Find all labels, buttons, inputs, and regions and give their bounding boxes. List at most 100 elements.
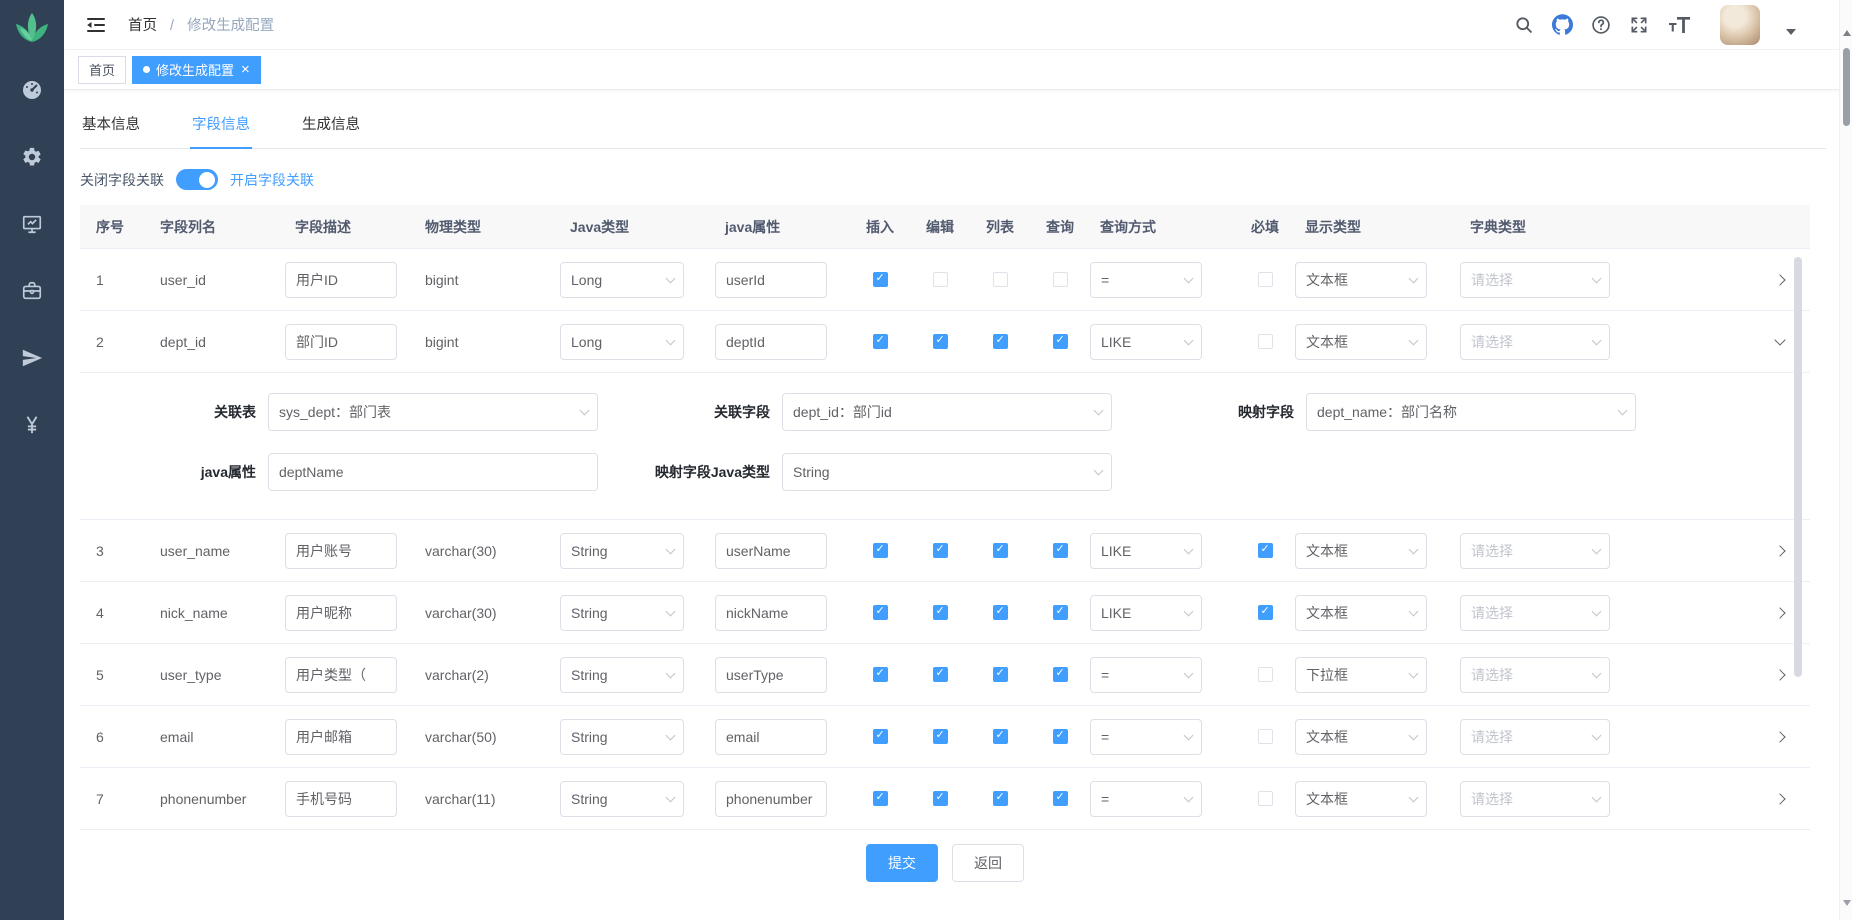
query-type-select[interactable]: = bbox=[1090, 781, 1202, 817]
list-checkbox[interactable] bbox=[993, 272, 1008, 287]
java-field-input[interactable] bbox=[715, 262, 827, 298]
java-type-select[interactable]: String bbox=[560, 595, 684, 631]
query-checkbox[interactable] bbox=[1053, 605, 1068, 620]
table-scrollbar-thumb[interactable] bbox=[1794, 257, 1802, 677]
java-type-select[interactable]: String bbox=[560, 533, 684, 569]
required-checkbox[interactable] bbox=[1258, 605, 1273, 620]
column-desc-input[interactable] bbox=[285, 262, 397, 298]
list-checkbox[interactable] bbox=[993, 543, 1008, 558]
dict-type-select[interactable]: 请选择 bbox=[1460, 262, 1610, 298]
display-type-select[interactable]: 文本框 bbox=[1295, 533, 1427, 569]
query-type-select[interactable]: LIKE bbox=[1090, 533, 1202, 569]
search-button[interactable] bbox=[1514, 15, 1534, 35]
expand-row-icon[interactable] bbox=[1770, 541, 1810, 561]
java-field-input[interactable] bbox=[715, 324, 827, 360]
app-logo[interactable] bbox=[14, 0, 50, 56]
breadcrumb-home[interactable]: 首页 bbox=[128, 18, 157, 34]
query-checkbox[interactable] bbox=[1053, 543, 1068, 558]
java-field-input[interactable] bbox=[715, 781, 827, 817]
tag-home[interactable]: 首页 bbox=[78, 56, 126, 84]
column-desc-input[interactable] bbox=[285, 595, 397, 631]
required-checkbox[interactable] bbox=[1258, 272, 1273, 287]
help-button[interactable] bbox=[1591, 15, 1611, 35]
column-desc-input[interactable] bbox=[285, 719, 397, 755]
display-type-select[interactable]: 文本框 bbox=[1295, 324, 1427, 360]
edit-checkbox[interactable] bbox=[933, 543, 948, 558]
java-type-select[interactable]: String bbox=[560, 657, 684, 693]
column-desc-input[interactable] bbox=[285, 781, 397, 817]
list-checkbox[interactable] bbox=[993, 334, 1008, 349]
column-desc-input[interactable] bbox=[285, 324, 397, 360]
dict-type-select[interactable]: 请选择 bbox=[1460, 719, 1610, 755]
query-checkbox[interactable] bbox=[1053, 667, 1068, 682]
user-avatar[interactable] bbox=[1720, 5, 1760, 45]
column-desc-input[interactable] bbox=[285, 657, 397, 693]
insert-checkbox[interactable] bbox=[873, 729, 888, 744]
java-field-input[interactable] bbox=[715, 533, 827, 569]
tab-generate-info[interactable]: 生成信息 bbox=[300, 102, 362, 148]
display-type-select[interactable]: 文本框 bbox=[1295, 595, 1427, 631]
required-checkbox[interactable] bbox=[1258, 667, 1273, 682]
mapping-java-type-select[interactable]: String bbox=[782, 453, 1112, 491]
query-type-select[interactable]: = bbox=[1090, 719, 1202, 755]
sidebar-item-monitor[interactable] bbox=[0, 190, 64, 257]
sidebar-item-guide[interactable] bbox=[0, 324, 64, 391]
java-type-select[interactable]: Long bbox=[560, 324, 684, 360]
dict-type-select[interactable]: 请选择 bbox=[1460, 533, 1610, 569]
edit-checkbox[interactable] bbox=[933, 605, 948, 620]
query-type-select[interactable]: = bbox=[1090, 262, 1202, 298]
query-type-select[interactable]: LIKE bbox=[1090, 595, 1202, 631]
java-attr-input[interactable] bbox=[268, 453, 598, 491]
java-type-select[interactable]: String bbox=[560, 781, 684, 817]
query-checkbox[interactable] bbox=[1053, 334, 1068, 349]
page-scrollbar-thumb[interactable] bbox=[1843, 48, 1850, 126]
github-button[interactable] bbox=[1552, 14, 1573, 35]
insert-checkbox[interactable] bbox=[873, 334, 888, 349]
java-field-input[interactable] bbox=[715, 595, 827, 631]
query-checkbox[interactable] bbox=[1053, 729, 1068, 744]
relation-table-select[interactable]: sys_dept：部门表 bbox=[268, 393, 598, 431]
sidebar-item-tool[interactable] bbox=[0, 257, 64, 324]
sidebar-toggle[interactable] bbox=[78, 12, 114, 38]
required-checkbox[interactable] bbox=[1258, 334, 1273, 349]
sidebar-item-dashboard[interactable] bbox=[0, 56, 64, 123]
list-checkbox[interactable] bbox=[993, 605, 1008, 620]
expand-row-icon[interactable] bbox=[1770, 333, 1810, 350]
caret-down-icon[interactable] bbox=[1786, 29, 1796, 35]
expand-row-icon[interactable] bbox=[1770, 727, 1810, 747]
relation-field-select[interactable]: dept_id：部门id bbox=[782, 393, 1112, 431]
dict-type-select[interactable]: 请选择 bbox=[1460, 595, 1610, 631]
list-checkbox[interactable] bbox=[993, 729, 1008, 744]
java-type-select[interactable]: Long bbox=[560, 262, 684, 298]
java-field-input[interactable] bbox=[715, 719, 827, 755]
edit-checkbox[interactable] bbox=[933, 729, 948, 744]
font-size-button[interactable] bbox=[1667, 15, 1692, 35]
mapping-field-select[interactable]: dept_name：部门名称 bbox=[1306, 393, 1636, 431]
submit-button[interactable]: 提交 bbox=[866, 844, 938, 882]
display-type-select[interactable]: 文本框 bbox=[1295, 719, 1427, 755]
insert-checkbox[interactable] bbox=[873, 791, 888, 806]
required-checkbox[interactable] bbox=[1258, 543, 1273, 558]
edit-checkbox[interactable] bbox=[933, 272, 948, 287]
dict-type-select[interactable]: 请选择 bbox=[1460, 781, 1610, 817]
sidebar-item-pay[interactable] bbox=[0, 391, 64, 458]
query-checkbox[interactable] bbox=[1053, 791, 1068, 806]
insert-checkbox[interactable] bbox=[873, 543, 888, 558]
display-type-select[interactable]: 文本框 bbox=[1295, 262, 1427, 298]
edit-checkbox[interactable] bbox=[933, 791, 948, 806]
tab-basic-info[interactable]: 基本信息 bbox=[80, 102, 142, 148]
back-button[interactable]: 返回 bbox=[952, 844, 1024, 882]
display-type-select[interactable]: 下拉框 bbox=[1295, 657, 1427, 693]
edit-checkbox[interactable] bbox=[933, 667, 948, 682]
insert-checkbox[interactable] bbox=[873, 667, 888, 682]
expand-row-icon[interactable] bbox=[1770, 603, 1810, 623]
query-checkbox[interactable] bbox=[1053, 272, 1068, 287]
column-desc-input[interactable] bbox=[285, 533, 397, 569]
query-type-select[interactable]: = bbox=[1090, 657, 1202, 693]
sidebar-item-system[interactable] bbox=[0, 123, 64, 190]
close-icon[interactable] bbox=[241, 62, 250, 77]
java-type-select[interactable]: String bbox=[560, 719, 684, 755]
display-type-select[interactable]: 文本框 bbox=[1295, 781, 1427, 817]
tab-field-info[interactable]: 字段信息 bbox=[190, 102, 252, 149]
edit-checkbox[interactable] bbox=[933, 334, 948, 349]
